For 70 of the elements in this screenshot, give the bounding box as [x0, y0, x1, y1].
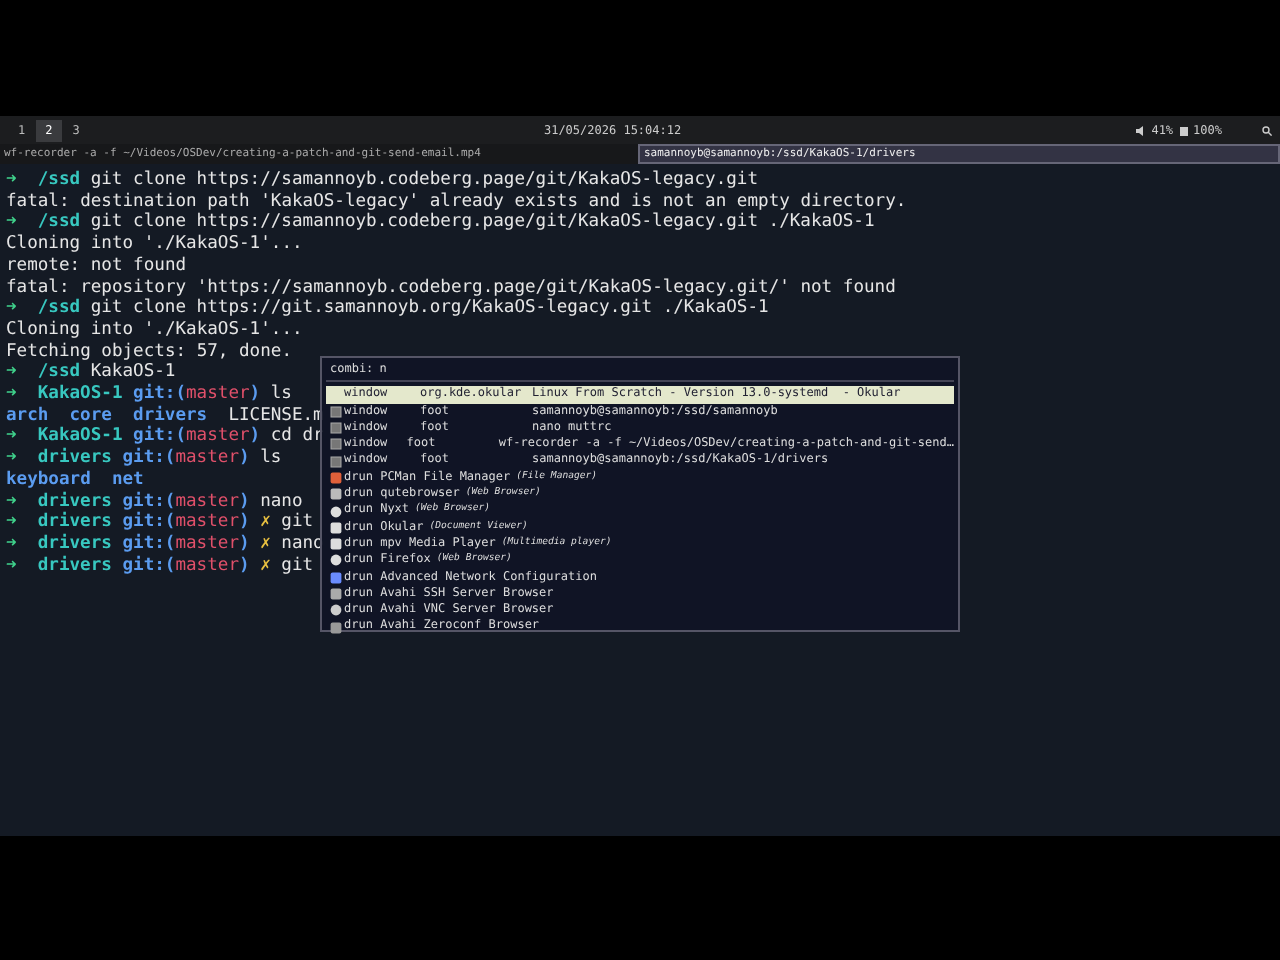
terminal-text: git clone https://samannoyb.codeberg.page/git/KakaOS-legacy.git ./KakaOS-1: [90, 212, 875, 234]
prompt-arrow: ➜: [6, 512, 17, 534]
git-branch: master: [186, 426, 250, 448]
git-label: ): [249, 384, 261, 406]
prompt-directory: /ssd: [37, 298, 81, 320]
git-label: git:(: [122, 512, 176, 533]
prompt-arrow: ➜: [6, 448, 17, 470]
prompt-directory: drivers: [37, 512, 112, 533]
battery-icon: [1179, 125, 1188, 135]
prompt-arrow: ➜: [6, 298, 17, 320]
directory-name: drivers: [133, 405, 208, 426]
directory-name: keyboard: [6, 469, 91, 491]
terminal-text: remote: not found: [6, 255, 187, 278]
prompt-arrow: ➜: [6, 533, 17, 556]
directory-name: net: [111, 469, 144, 491]
search-icon[interactable]: [1262, 125, 1272, 135]
dirty-mark: ✗: [260, 555, 271, 577]
directory-name: core: [69, 405, 112, 426]
prompt-arrow: ➜: [6, 491, 17, 513]
prompt-directory: KakaOS-1: [37, 426, 123, 447]
git-branch: master: [175, 533, 239, 556]
git-label: git:(: [122, 533, 176, 555]
prompt-arrow: ➜: [6, 426, 17, 449]
git-label: ): [249, 426, 261, 449]
git-label: ): [239, 448, 250, 470]
file-name: LICENSE.m: [228, 405, 324, 426]
prompt-directory: drivers: [37, 533, 112, 555]
dirty-mark: ✗: [260, 533, 271, 556]
prompt-directory: KakaOS-1: [37, 384, 123, 406]
prompt-directory: drivers: [37, 555, 112, 577]
prompt-arrow: ➜: [6, 384, 17, 406]
prompt-arrow: ➜: [6, 555, 17, 577]
directory-name: arch: [6, 405, 49, 426]
terminal-text: git clone https://samannoyb.codeberg.page/git/KakaOS-legacy.git: [90, 170, 759, 192]
prompt-directory: drivers: [37, 448, 112, 470]
terminal-text: KakaOS-1: [90, 362, 176, 383]
git-branch: master: [175, 491, 239, 513]
git-branch: master: [175, 555, 239, 577]
terminal-text: ls: [260, 448, 282, 470]
terminal-text: Cloning into './KakaOS-1'...: [6, 234, 303, 256]
prompt-arrow: ➜: [6, 170, 17, 192]
git-branch: master: [186, 384, 250, 405]
terminal-text: nano: [260, 491, 303, 512]
terminal-text: Fetching objects: 57, done.: [6, 341, 292, 362]
git-label: git:(: [122, 491, 176, 512]
git-label: git:(: [122, 448, 176, 470]
terminal-text: fatal: repository 'https://samannoyb.codeberg.page/git/KakaOS-legacy.git/' not found: [6, 277, 896, 298]
git-label: ): [239, 533, 250, 556]
git-label: git:(: [122, 555, 176, 577]
dirty-mark: ✗: [260, 512, 271, 534]
git-label: ): [239, 555, 250, 577]
git-label: ): [239, 491, 250, 512]
terminal-text: fatal: destination path 'KakaOS-legacy' already exists and is not an empty directory.: [6, 191, 907, 212]
git-label: git:(: [133, 384, 187, 405]
terminal-text: ls: [270, 384, 292, 406]
terminal-text: git: [281, 512, 314, 534]
prompt-arrow: ➜: [6, 212, 17, 234]
terminal-text: git: [281, 555, 314, 577]
prompt-directory: /ssd: [37, 362, 81, 384]
git-label: ): [239, 512, 250, 534]
prompt-arrow: ➜: [6, 362, 17, 385]
git-branch: master: [175, 448, 239, 470]
prompt-directory: /ssd: [37, 170, 81, 192]
terminal-text: git clone https://git.samannoyb.org/KakaOS-legacy.git ./KakaOS-1: [90, 298, 769, 320]
git-label: git:(: [133, 426, 187, 447]
git-branch: master: [175, 512, 239, 534]
prompt-directory: /ssd: [37, 212, 81, 234]
terminal-text: Cloning into './KakaOS-1'...: [6, 319, 303, 342]
volume-icon: [1135, 125, 1146, 135]
prompt-directory: drivers: [37, 491, 112, 512]
